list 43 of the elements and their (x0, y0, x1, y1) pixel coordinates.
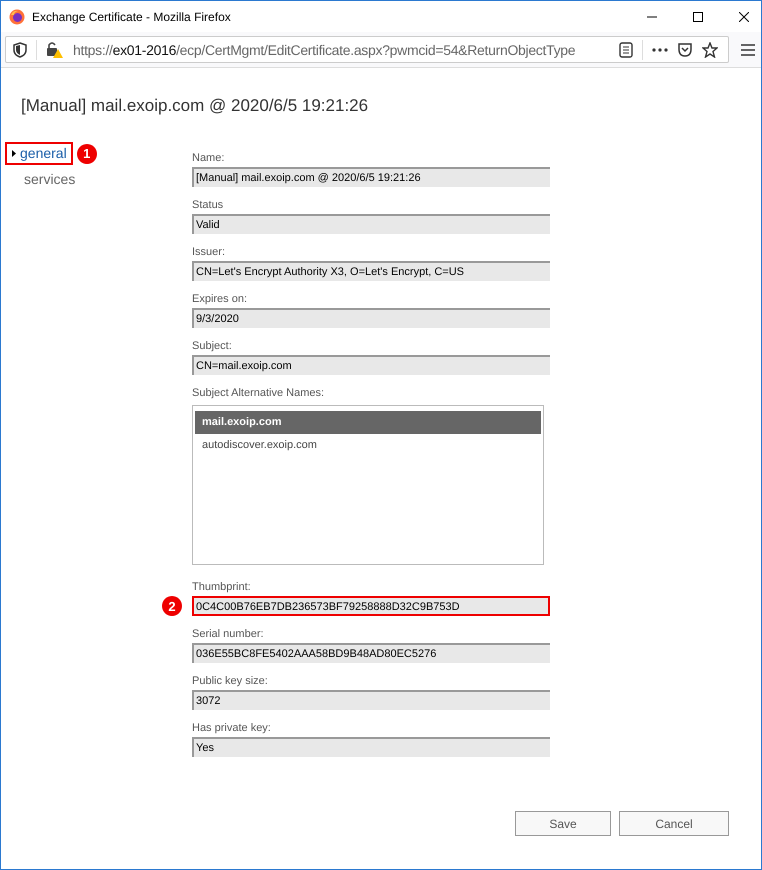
star-icon[interactable] (702, 42, 718, 58)
dialog-button[interactable]: Cancel (619, 811, 729, 836)
maximize-icon[interactable] (693, 12, 703, 22)
firefox-logo-icon (9, 8, 25, 24)
read-only-field[interactable]: CN=mail.exoip.com (192, 355, 550, 375)
menu-icon[interactable] (741, 44, 755, 56)
shield-icon[interactable] (13, 42, 27, 58)
read-only-field[interactable]: CN=Let's Encrypt Authority X3, O=Let's Encrypt, C=US (192, 261, 550, 281)
field-label: Expires on: (192, 292, 248, 307)
nav-link[interactable]: services (5, 168, 82, 191)
read-only-field[interactable]: 9/3/2020 (192, 308, 550, 328)
more-icon[interactable] (652, 48, 668, 52)
step-number-badge: 2 (162, 596, 182, 616)
field-label: Public key size: (192, 674, 269, 689)
read-only-field[interactable]: 0C4C00B76EB7DB236573BF79258888D32C9B753D (192, 596, 550, 616)
dialog-button[interactable]: Save (515, 811, 611, 836)
field-label: Status (192, 198, 224, 213)
field-label: Serial number: (192, 627, 265, 642)
read-only-field[interactable]: 3072 (192, 690, 550, 710)
field-label: Has private key: (192, 721, 272, 736)
page-title: [Manual] mail.exoip.com @ 2020/6/5 19:21:26 (21, 96, 370, 116)
field-label: Thumbprint: (192, 580, 252, 595)
read-only-field[interactable]: Yes (192, 737, 550, 757)
field-label: Subject Alternative Names: (192, 386, 326, 401)
list-box[interactable]: mail.exoip.com autodiscover.exoip.com (192, 405, 544, 565)
field-label: Subject: (192, 339, 233, 354)
step-number-badge: 1 (76, 144, 97, 164)
close-icon[interactable] (739, 12, 749, 22)
caret-icon (12, 150, 16, 156)
read-only-field[interactable]: Valid (192, 214, 550, 234)
read-only-field[interactable]: 036E55BC8FE5402AAA58BD9B48AD80EC5276 (192, 643, 550, 663)
reader-view-icon[interactable] (619, 42, 633, 58)
list-item[interactable]: autodiscover.exoip.com (195, 434, 541, 457)
lock-warning-icon[interactable] (46, 40, 64, 58)
read-only-field[interactable]: [Manual] mail.exoip.com @ 2020/6/5 19:21:26 (192, 167, 550, 187)
list-item[interactable]: mail.exoip.com (195, 411, 541, 434)
window-title: Exchange Certificate - Mozilla Firefox (32, 10, 231, 24)
field-label: Name: (192, 151, 226, 166)
nav-link[interactable]: general (5, 142, 73, 165)
address-bar[interactable]: https://ex01-2016/ecp/CertMgmt/EditCertificate.aspx?pwmcid=54&ReturnObjectType (5, 36, 729, 63)
pocket-icon[interactable] (677, 42, 693, 58)
field-label: Issuer: (192, 245, 226, 260)
url-text: https://ex01-2016/ecp/CertMgmt/EditCertificate.aspx?pwmcid=54&ReturnObjectType (73, 42, 576, 58)
